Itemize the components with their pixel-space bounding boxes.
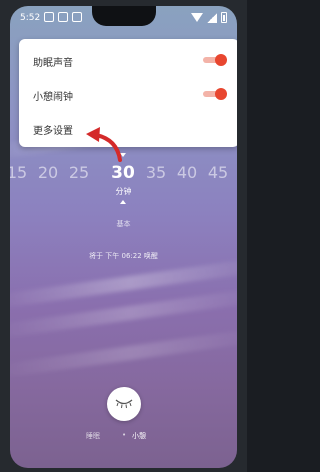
status-time: 5:52 [20, 13, 41, 23]
tab-nap[interactable]: 小憩 [132, 431, 146, 441]
picker-value[interactable]: 25 [64, 163, 94, 182]
system-icons [191, 12, 227, 23]
red-curved-arrow-icon [86, 127, 122, 162]
picker-unit: 分钟 [115, 187, 132, 196]
picker-down-indicator-icon [120, 200, 126, 204]
minutes-picker[interactable]: 15 20 25 30 35 40 45 [10, 163, 237, 185]
notification-icon [58, 12, 68, 22]
background-streak [10, 326, 237, 380]
tab-sleep[interactable]: 睡眠 [86, 431, 100, 441]
camera-notch [92, 6, 156, 26]
nap-alarm-toggle[interactable] [203, 88, 227, 100]
notification-icon [72, 12, 82, 22]
mode-label[interactable]: 基本 [10, 219, 237, 229]
picker-selected-value[interactable]: 30 [108, 163, 138, 183]
notification-icon [44, 12, 54, 22]
notification-icons [44, 12, 82, 22]
picker-value[interactable]: 35 [141, 163, 171, 182]
picker-value[interactable]: 15 [10, 163, 32, 182]
mode-tabs: 睡眠 • 小憩 [10, 431, 237, 445]
picker-value[interactable]: 40 [172, 163, 202, 182]
menu-item-sleep-sound[interactable]: 助眠声音 [19, 43, 237, 77]
closed-eye-icon [115, 399, 133, 409]
sleep-sound-toggle[interactable] [203, 54, 227, 66]
signal-icon [207, 12, 217, 23]
menu-item-nap-alarm[interactable]: 小憩闹钟 [19, 77, 237, 111]
phone-frame: 5:52 15 20 25 30 35 40 45 分钟 基本 将于 下午 06… [0, 0, 247, 472]
menu-item-label: 小憩闹钟 [33, 92, 73, 103]
app-screen: 5:52 15 20 25 30 35 40 45 分钟 基本 将于 下午 06… [10, 6, 237, 468]
picker-value[interactable]: 45 [203, 163, 233, 182]
tab-separator: • [122, 431, 127, 439]
menu-item-label: 更多设置 [33, 126, 73, 137]
battery-icon [221, 12, 227, 23]
picker-value[interactable]: 20 [33, 163, 63, 182]
wake-time-text: 将于 下午 06:22 唤醒 [89, 252, 158, 260]
wifi-icon [191, 13, 203, 22]
menu-item-label: 助眠声音 [33, 58, 73, 69]
start-nap-button[interactable] [107, 387, 141, 421]
status-bar: 5:52 [10, 6, 237, 30]
